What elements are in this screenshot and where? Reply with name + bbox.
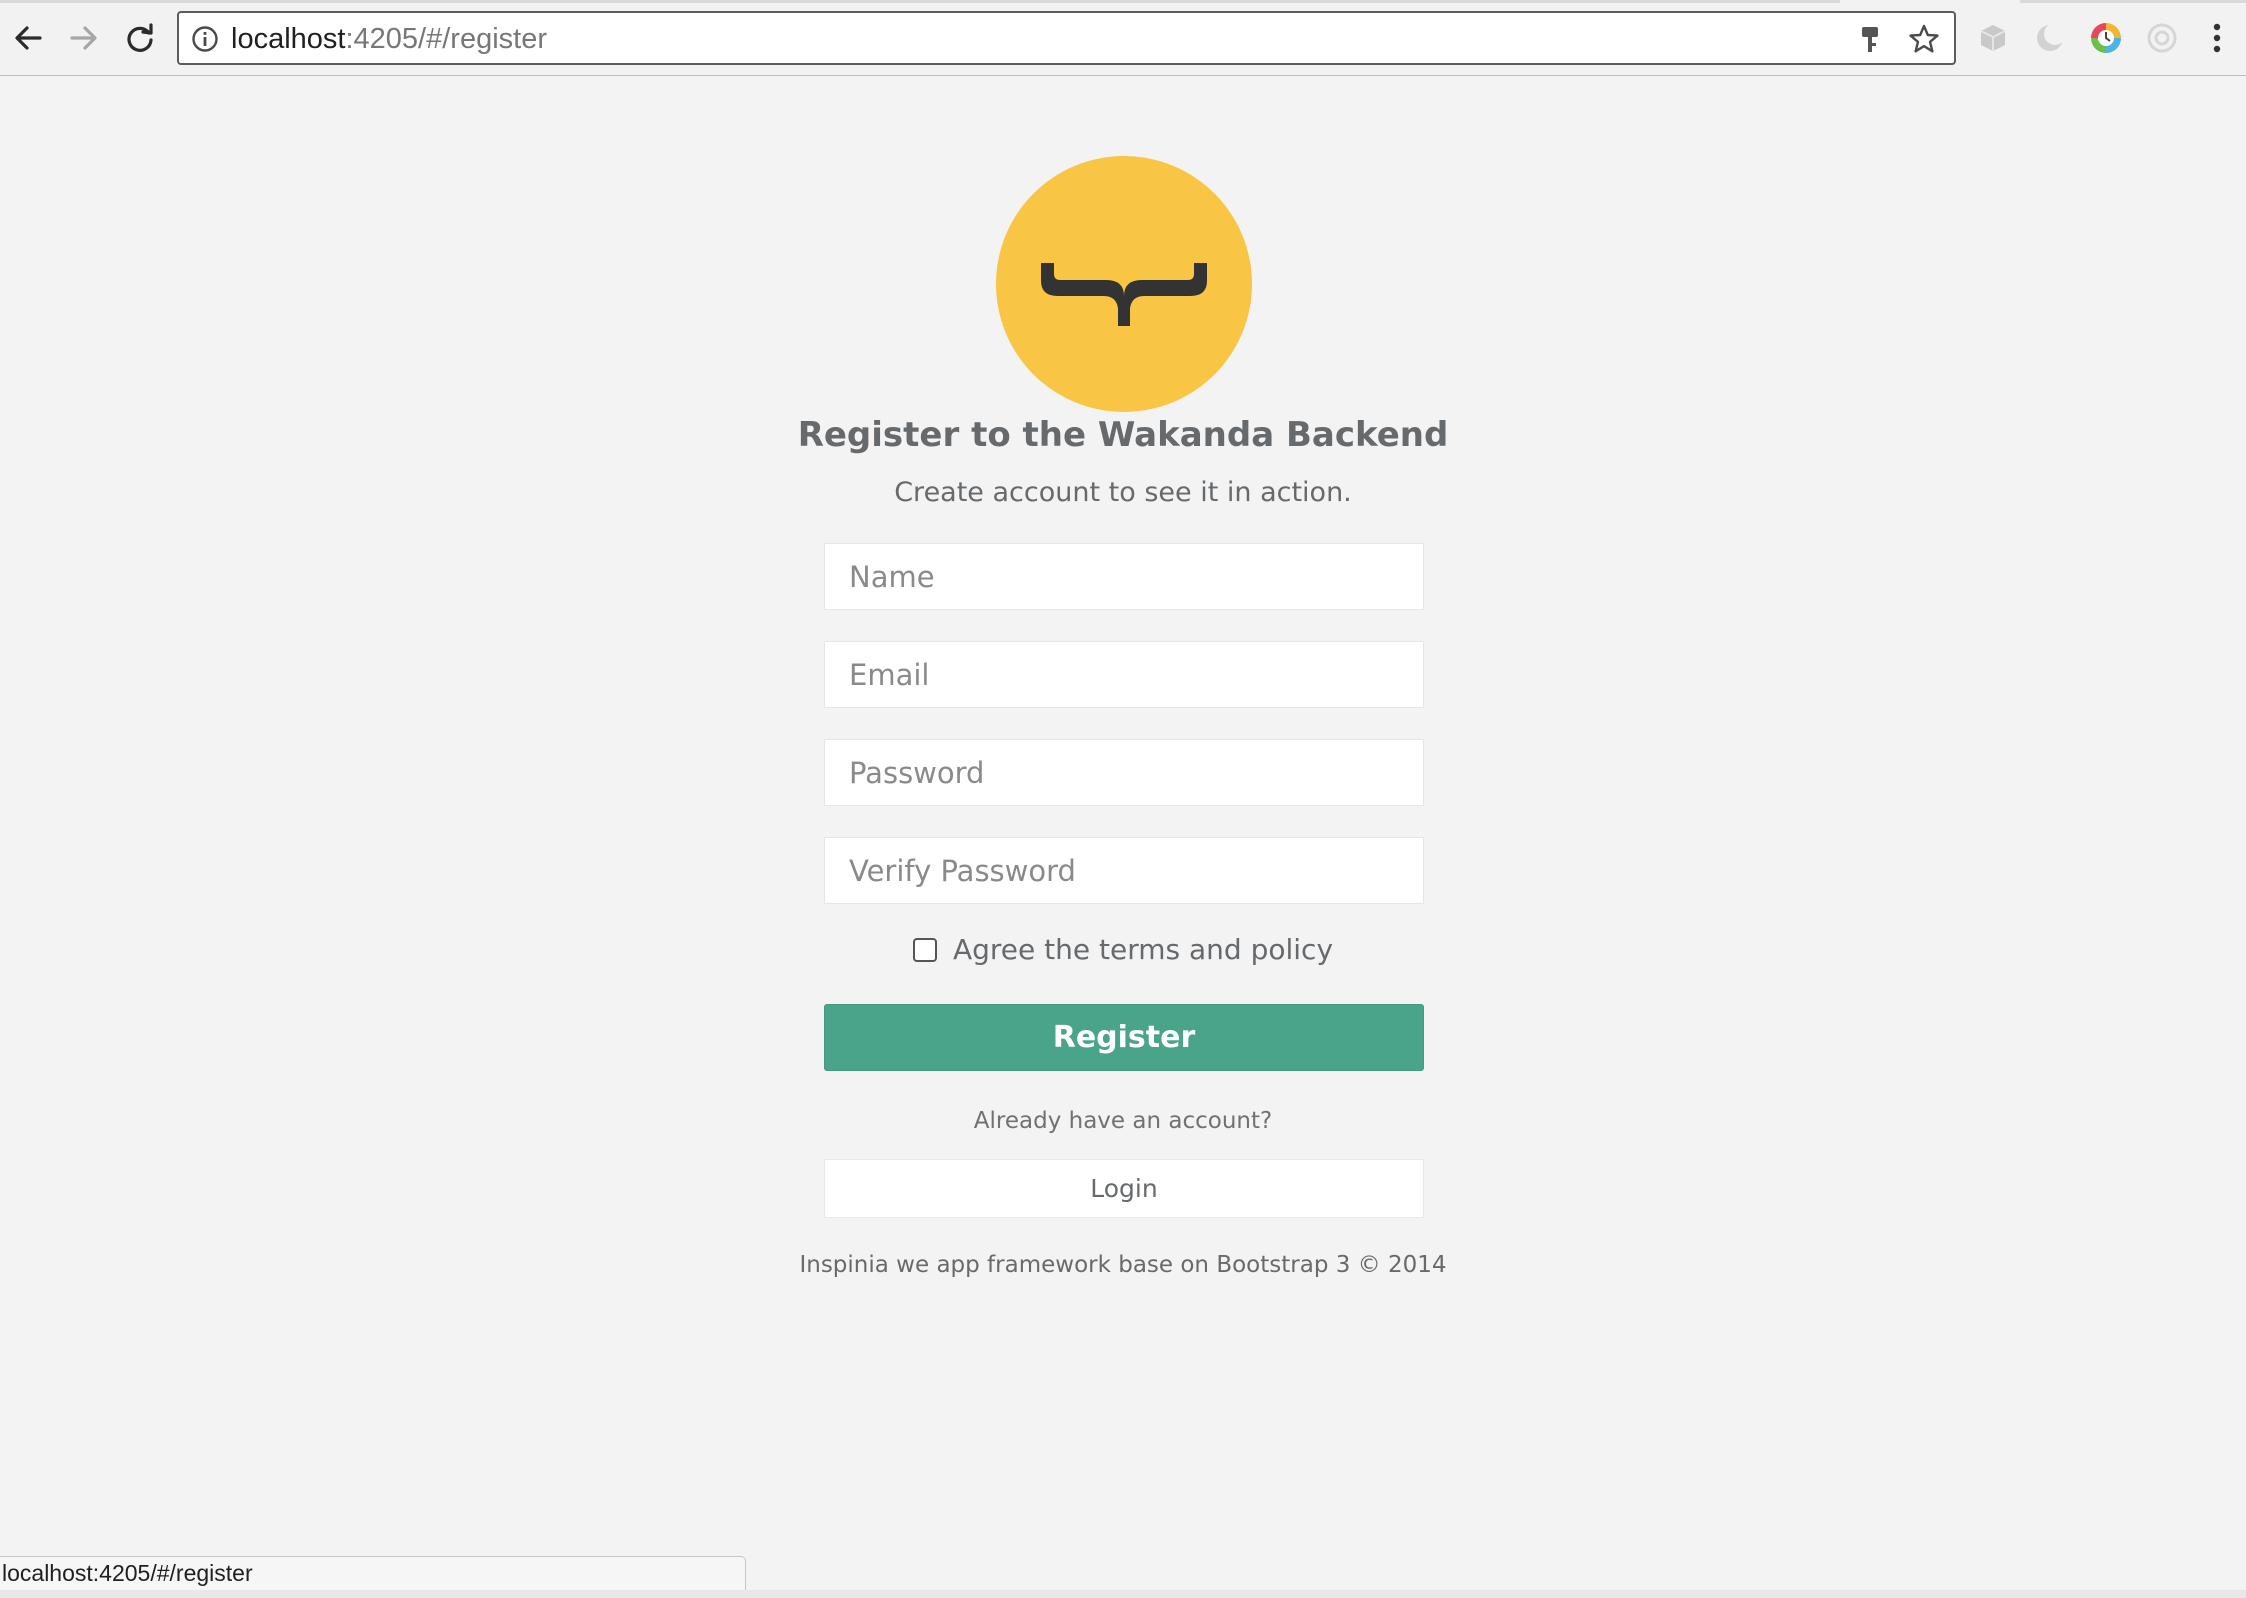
status-url: localhost:4205/#/register [2,1560,253,1586]
url-host: localhost [231,23,346,55]
reload-button[interactable] [120,18,160,58]
wakanda-brace-logo [996,156,1252,412]
name-field[interactable] [824,543,1424,610]
email-field[interactable] [824,641,1424,708]
name-input[interactable] [825,544,1423,609]
moon-extension-icon[interactable] [2032,20,2068,56]
star-icon[interactable] [1908,23,1940,55]
url-path: :4205/#/register [345,23,547,55]
register-button[interactable]: Register [824,1004,1424,1071]
kebab-menu-icon[interactable] [2210,20,2224,56]
info-icon[interactable] [191,25,219,53]
browser-toolbar: localhost:4205/#/register [0,0,2246,76]
back-button[interactable] [8,18,48,58]
circle-extension-icon[interactable] [2144,20,2180,56]
tab-strip-edge [0,0,2246,3]
reload-icon [127,23,153,52]
password-field[interactable] [824,739,1424,806]
page-subtitle: Create account to see it in action. [894,477,1352,508]
email-input[interactable] [825,642,1423,707]
verify-password-input[interactable] [825,838,1423,903]
password-input[interactable] [825,740,1423,805]
agree-terms-row[interactable]: Agree the terms and policy [0,933,2246,966]
agree-checkbox[interactable] [912,937,937,962]
cube-extension-icon[interactable] [1975,20,2011,56]
status-bubble: localhost:4205/#/register [0,1556,746,1591]
brace-glyph-icon [1041,263,1207,326]
address-bar[interactable]: localhost:4205/#/register [177,11,1956,65]
address-url[interactable]: localhost:4205/#/register [231,23,547,56]
login-button[interactable]: Login [824,1159,1424,1218]
already-have-account-text: Already have an account? [973,1108,1273,1134]
arrow-left-icon [15,26,42,50]
arrow-right-icon [70,26,97,50]
verify-password-field[interactable] [824,837,1424,904]
window-bottom-edge [0,1590,2246,1598]
page-title: Register to the Wakanda Backend [797,415,1449,455]
footer-copyright: Inspinia we app framework base on Bootst… [799,1252,1447,1278]
color-wheel-extension-icon[interactable] [2088,20,2124,56]
agree-label[interactable]: Agree the terms and policy [953,933,1333,966]
forward-button[interactable] [64,18,104,58]
key-icon[interactable] [1856,25,1884,55]
register-page: Register to the Wakanda Backend Create a… [0,77,2246,1557]
